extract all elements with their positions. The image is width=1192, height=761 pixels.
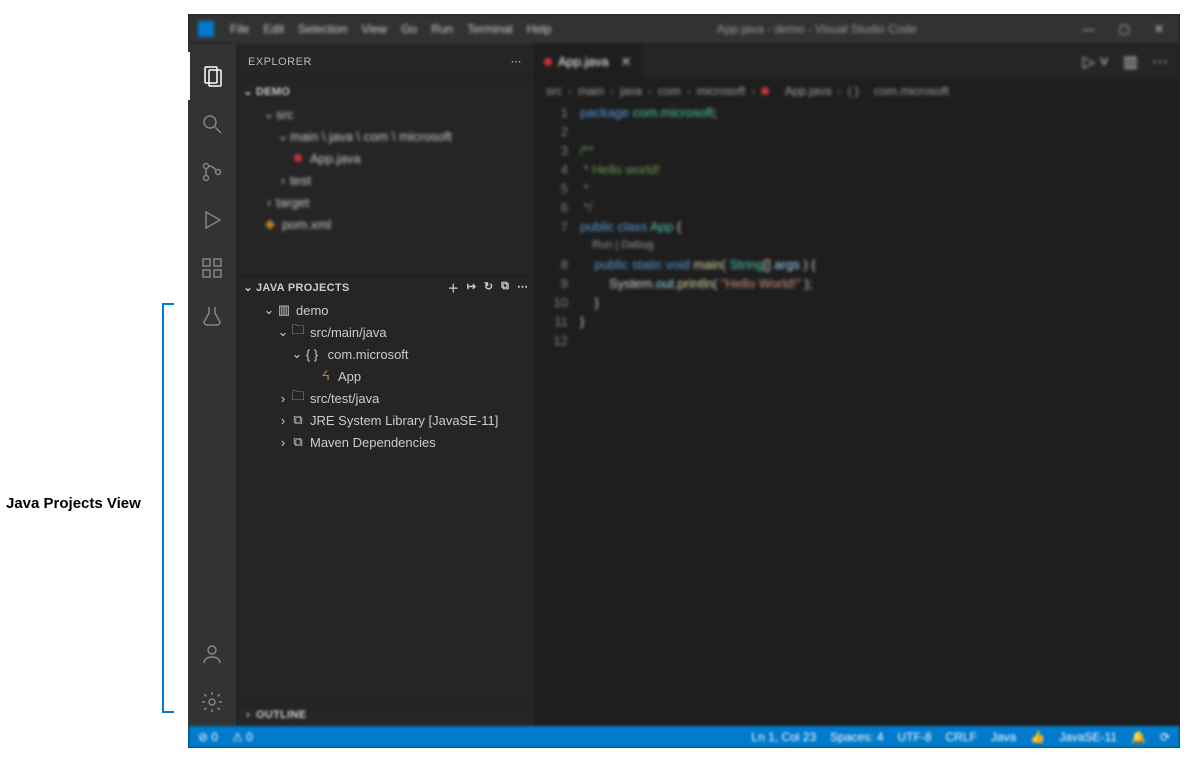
explorer-icon[interactable] xyxy=(188,52,236,100)
explorer-root-header[interactable]: ⌄ DEMO xyxy=(236,79,534,103)
status-jdk[interactable]: JavaSE-11 xyxy=(1059,730,1117,744)
codelens-run-debug[interactable]: Run | Debug xyxy=(592,239,654,251)
source-folder-test[interactable]: ›🗀src/test/java xyxy=(236,387,534,409)
vscode-logo-icon xyxy=(198,21,214,37)
maximize-icon[interactable]: ▢ xyxy=(1119,22,1130,36)
status-language[interactable]: Java xyxy=(991,730,1016,744)
code-lines: package com.microsoft; /** * Hello world… xyxy=(580,103,816,726)
goto-icon[interactable]: ↦ xyxy=(467,280,476,296)
status-errors-icon[interactable]: ⊘ 0 xyxy=(198,730,218,744)
chevron-down-icon: ⌄ xyxy=(240,281,256,294)
editor-area: App.java ✕ ▷ ˅ ▥ ⋯ src› main› java› com›… xyxy=(534,44,1180,726)
explorer-title-label: EXPLORER xyxy=(248,56,312,68)
activity-bar xyxy=(188,44,236,726)
project-demo[interactable]: ⌄▥demo xyxy=(236,299,534,321)
outline-header[interactable]: › OUTLINE xyxy=(236,702,534,726)
run-icon[interactable]: ▷ ˅ xyxy=(1083,52,1109,72)
tab-label: App.java xyxy=(558,54,609,69)
status-bar: ⊘ 0 ⚠ 0 Ln 1, Col 23 Spaces: 4 UTF-8 CRL… xyxy=(188,726,1180,748)
java-projects-tree: ⌄▥demo ⌄🗀src/main/java ⌄{ } com.microsof… xyxy=(236,299,534,702)
editor-more-icon[interactable]: ⋯ xyxy=(1152,52,1168,72)
folder-main-java-com-microsoft[interactable]: ⌄main \ java \ com \ microsoft xyxy=(236,125,534,147)
minimize-icon[interactable]: — xyxy=(1083,22,1095,36)
window-title: App.java - demo - Visual Studio Code xyxy=(551,22,1082,36)
status-lncol[interactable]: Ln 1, Col 23 xyxy=(751,730,816,744)
explorer-tree: ⌄src ⌄main \ java \ com \ microsoft App.… xyxy=(236,103,534,235)
refresh-icon[interactable]: ↻ xyxy=(484,280,493,296)
menu-file[interactable]: File xyxy=(230,22,249,36)
java-projects-header[interactable]: ⌄ JAVA PROJECTS ＋ ↦ ↻ ⧉ ⋯ xyxy=(236,275,534,299)
extensions-icon[interactable] xyxy=(188,244,236,292)
menu-edit[interactable]: Edit xyxy=(263,22,284,36)
menu-selection[interactable]: Selection xyxy=(298,22,347,36)
vscode-window: File Edit Selection View Go Run Terminal… xyxy=(188,14,1180,748)
status-notifications-icon[interactable]: 🔔 xyxy=(1131,730,1146,744)
side-bar: EXPLORER ⋯ ⌄ DEMO ⌄src ⌄main \ java \ co… xyxy=(236,44,534,726)
code-editor[interactable]: 123456789101112 package com.microsoft; /… xyxy=(534,103,1180,726)
folder-test[interactable]: ›test xyxy=(236,169,534,191)
maven-dependencies[interactable]: ›⧉Maven Dependencies xyxy=(236,431,534,453)
tab-bar: App.java ✕ ▷ ˅ ▥ ⋯ xyxy=(534,44,1180,79)
new-icon[interactable]: ＋ xyxy=(448,280,459,296)
java-projects-label: JAVA PROJECTS xyxy=(256,282,448,294)
bracket-java-projects-view xyxy=(162,303,174,713)
status-eol[interactable]: CRLF xyxy=(946,730,977,744)
java-file-icon xyxy=(761,87,769,95)
folder-target[interactable]: ›target xyxy=(236,191,534,213)
source-control-icon[interactable] xyxy=(188,148,236,196)
accounts-icon[interactable] xyxy=(188,630,236,678)
outline-label: OUTLINE xyxy=(256,709,528,721)
more-icon[interactable]: ⋯ xyxy=(511,55,523,68)
menu-bar: File Edit Selection View Go Run Terminal… xyxy=(230,22,551,36)
run-debug-icon[interactable] xyxy=(188,196,236,244)
split-editor-icon[interactable]: ▥ xyxy=(1123,52,1138,72)
collapse-icon[interactable]: ⧉ xyxy=(501,280,509,296)
status-sync-icon[interactable]: ⟳ xyxy=(1160,730,1170,744)
title-bar: File Edit Selection View Go Run Terminal… xyxy=(188,14,1180,44)
explorer-title: EXPLORER ⋯ xyxy=(236,44,534,79)
menu-go[interactable]: Go xyxy=(401,22,417,36)
menu-view[interactable]: View xyxy=(361,22,387,36)
java-file-icon xyxy=(544,58,552,66)
testing-icon[interactable] xyxy=(188,292,236,340)
explorer-root-label: DEMO xyxy=(256,86,528,98)
folder-src[interactable]: ⌄src xyxy=(236,103,534,125)
tab-close-icon[interactable]: ✕ xyxy=(621,54,632,70)
file-app-java[interactable]: App.java xyxy=(236,147,534,169)
breadcrumb[interactable]: src› main› java› com› microsoft› App.jav… xyxy=(534,79,1180,103)
tab-app-java[interactable]: App.java ✕ xyxy=(534,44,643,79)
chevron-down-icon: ⌄ xyxy=(240,85,256,98)
close-icon[interactable]: ✕ xyxy=(1154,22,1164,36)
status-warnings-icon[interactable]: ⚠ 0 xyxy=(232,730,253,744)
file-pom-xml[interactable]: ◆pom.xml xyxy=(236,213,534,235)
annotation-java-projects-view: Java Projects View xyxy=(6,495,141,512)
source-folder-main[interactable]: ⌄🗀src/main/java xyxy=(236,321,534,343)
more-actions-icon[interactable]: ⋯ xyxy=(517,280,528,296)
settings-gear-icon[interactable] xyxy=(188,678,236,726)
package-com-microsoft[interactable]: ⌄{ } com.microsoft xyxy=(236,343,534,365)
class-app[interactable]: ᔦApp xyxy=(236,365,534,387)
menu-run[interactable]: Run xyxy=(431,22,453,36)
status-encoding[interactable]: UTF-8 xyxy=(898,730,932,744)
status-feedback-icon[interactable]: 👍 xyxy=(1030,730,1045,744)
menu-terminal[interactable]: Terminal xyxy=(467,22,512,36)
search-icon[interactable] xyxy=(188,100,236,148)
status-spaces[interactable]: Spaces: 4 xyxy=(830,730,883,744)
menu-help[interactable]: Help xyxy=(527,22,552,36)
line-gutter: 123456789101112 xyxy=(534,103,580,726)
chevron-right-icon: › xyxy=(240,709,256,721)
jre-system-library[interactable]: ›⧉JRE System Library [JavaSE-11] xyxy=(236,409,534,431)
